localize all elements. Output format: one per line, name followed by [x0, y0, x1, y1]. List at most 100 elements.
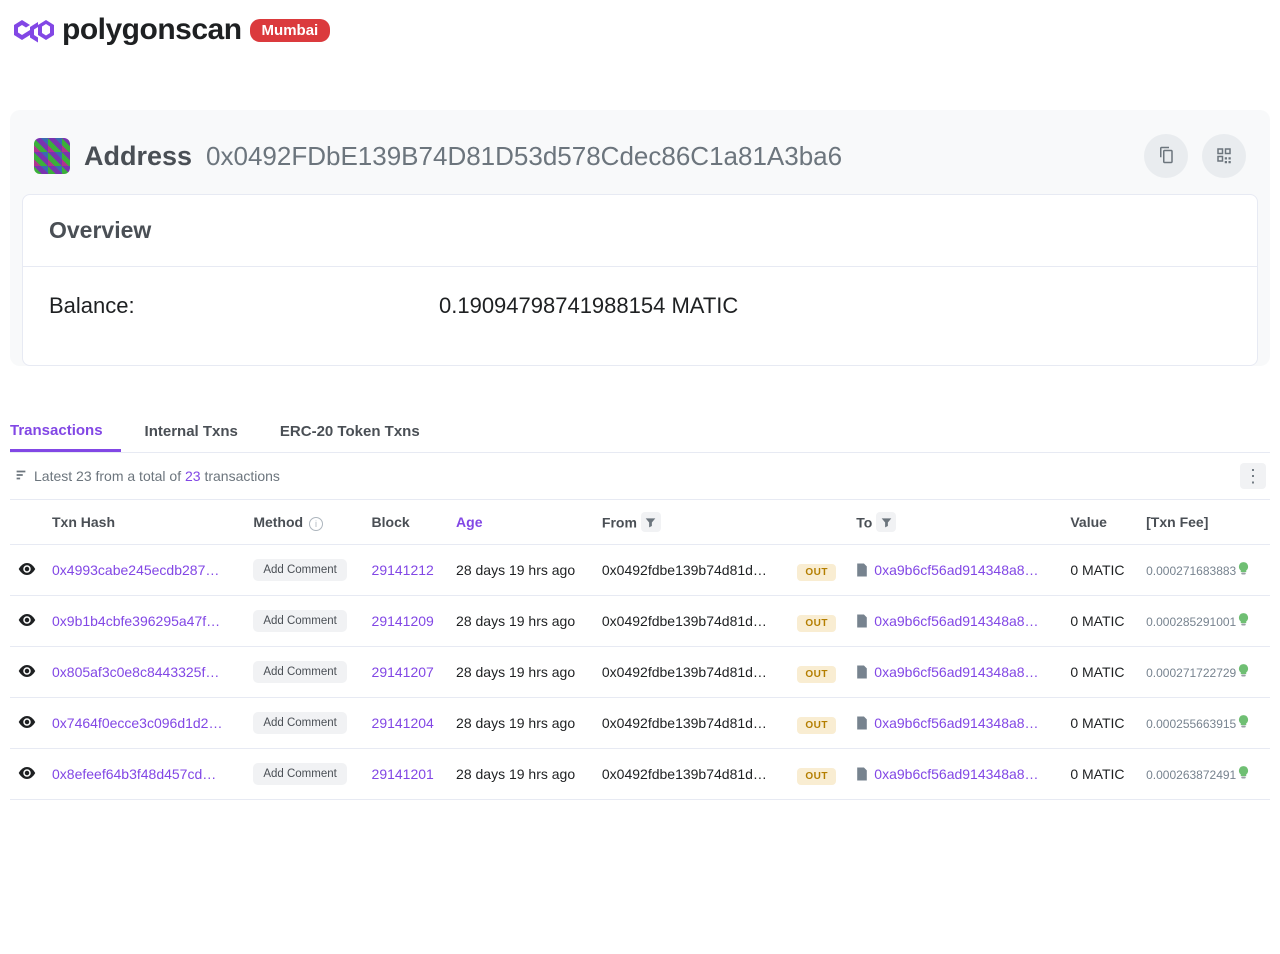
bulb-icon[interactable] [1238, 766, 1252, 779]
bulb-icon[interactable] [1238, 715, 1252, 728]
age-cell: 28 days 19 hrs ago [448, 749, 594, 800]
filter-icon[interactable] [876, 512, 896, 532]
balance-value: 0.19094798741988154 MATIC [439, 293, 1231, 319]
method-button[interactable]: Add Comment [253, 559, 347, 581]
contract-icon [856, 716, 870, 730]
to-address-link[interactable]: 0xa9b6cf56ad914348a8… [874, 715, 1038, 731]
from-cell: 0x0492fdbe139b74d81d… [594, 647, 789, 698]
age-cell: 28 days 19 hrs ago [448, 647, 594, 698]
address-avatar [34, 138, 70, 174]
contract-icon [856, 563, 870, 577]
col-fee: [Txn Fee] [1138, 500, 1270, 545]
value-cell: 0 MATIC [1062, 698, 1138, 749]
block-link[interactable]: 29141212 [372, 562, 434, 578]
table-row: 0x805af3c0e8c8443325f… Add Comment 2914120… [10, 647, 1270, 698]
value-cell: 0 MATIC [1062, 596, 1138, 647]
method-button[interactable]: Add Comment [253, 763, 347, 785]
txn-hash-link[interactable]: 0x4993cabe245ecdb287… [52, 562, 219, 578]
value-cell: 0 MATIC [1062, 647, 1138, 698]
copy-icon [1157, 146, 1175, 167]
to-address-link[interactable]: 0xa9b6cf56ad914348a8… [874, 664, 1038, 680]
balance-label: Balance: [49, 293, 439, 319]
site-header: polygonscan Mumbai [0, 0, 1280, 60]
txn-summary: Latest 23 from a total of 23 transaction… [14, 468, 280, 485]
eye-icon[interactable] [18, 613, 36, 627]
block-link[interactable]: 29141204 [372, 715, 434, 731]
address-hash: 0x0492FDbE139B74D81D53d578Cdec86C1a81A3b… [206, 141, 842, 172]
qr-button[interactable] [1202, 134, 1246, 178]
table-row: 0x8efeef64b3f48d457cd… Add Comment 2914120… [10, 749, 1270, 800]
age-cell: 28 days 19 hrs ago [448, 596, 594, 647]
method-button[interactable]: Add Comment [253, 712, 347, 734]
transactions-table: Txn Hash Method i Block Age From To Valu… [10, 499, 1270, 800]
from-cell: 0x0492fdbe139b74d81d… [594, 545, 789, 596]
direction-badge: OUT [797, 615, 836, 632]
contract-icon [856, 614, 870, 628]
overview-card: Overview Balance: 0.19094798741988154 MA… [22, 194, 1258, 366]
table-row: 0x4993cabe245ecdb287… Add Comment 29141212… [10, 545, 1270, 596]
tab-transactions[interactable]: Transactions [10, 410, 121, 452]
eye-icon[interactable] [18, 562, 36, 576]
col-block: Block [364, 500, 449, 545]
from-cell: 0x0492fdbe139b74d81d… [594, 596, 789, 647]
table-row: 0x9b1b4cbfe396295a47f… Add Comment 2914120… [10, 596, 1270, 647]
fee-cell: 0.000271683883 [1146, 564, 1236, 578]
polygon-logo-icon [10, 10, 58, 50]
eye-icon[interactable] [18, 715, 36, 729]
logo-link[interactable]: polygonscan [10, 10, 242, 50]
eye-icon[interactable] [18, 766, 36, 780]
col-from: From [594, 500, 789, 545]
method-button[interactable]: Add Comment [253, 661, 347, 683]
col-value: Value [1062, 500, 1138, 545]
table-row: 0x7464f0ecce3c096d1d2… Add Comment 2914120… [10, 698, 1270, 749]
overview-title: Overview [23, 195, 1257, 267]
value-cell: 0 MATIC [1062, 545, 1138, 596]
fee-cell: 0.000263872491 [1146, 768, 1236, 782]
col-age-toggle[interactable]: Age [456, 514, 482, 530]
address-label: Address [84, 141, 192, 172]
value-cell: 0 MATIC [1062, 749, 1138, 800]
txn-hash-link[interactable]: 0x805af3c0e8c8443325f… [52, 664, 219, 680]
bulb-icon[interactable] [1238, 664, 1252, 677]
network-badge: Mumbai [250, 19, 331, 42]
to-address-link[interactable]: 0xa9b6cf56ad914348a8… [874, 562, 1038, 578]
sort-icon [14, 468, 28, 485]
block-link[interactable]: 29141201 [372, 766, 434, 782]
from-cell: 0x0492fdbe139b74d81d… [594, 749, 789, 800]
block-link[interactable]: 29141209 [372, 613, 434, 629]
direction-badge: OUT [797, 666, 836, 683]
fee-cell: 0.000285291001 [1146, 615, 1236, 629]
tab-erc20-token-txns[interactable]: ERC-20 Token Txns [280, 410, 438, 452]
eye-icon[interactable] [18, 664, 36, 678]
total-txn-link[interactable]: 23 [185, 468, 201, 484]
bulb-icon[interactable] [1238, 562, 1252, 575]
block-link[interactable]: 29141207 [372, 664, 434, 680]
col-method: Method i [245, 500, 363, 545]
age-cell: 28 days 19 hrs ago [448, 698, 594, 749]
col-to: To [848, 500, 1062, 545]
contract-icon [856, 665, 870, 679]
direction-badge: OUT [797, 717, 836, 734]
fee-cell: 0.000255663915 [1146, 717, 1236, 731]
txn-hash-link[interactable]: 0x7464f0ecce3c096d1d2… [52, 715, 222, 731]
age-cell: 28 days 19 hrs ago [448, 545, 594, 596]
bulb-icon[interactable] [1238, 613, 1252, 626]
from-cell: 0x0492fdbe139b74d81d… [594, 698, 789, 749]
contract-icon [856, 767, 870, 781]
info-icon[interactable]: i [309, 517, 323, 531]
filter-icon[interactable] [641, 512, 661, 532]
qr-icon [1215, 146, 1233, 167]
to-address-link[interactable]: 0xa9b6cf56ad914348a8… [874, 613, 1038, 629]
to-address-link[interactable]: 0xa9b6cf56ad914348a8… [874, 766, 1038, 782]
tab-internal-txns[interactable]: Internal Txns [145, 410, 256, 452]
copy-button[interactable] [1144, 134, 1188, 178]
address-section: Address 0x0492FDbE139B74D81D53d578Cdec86… [10, 110, 1270, 366]
tab-bar: Transactions Internal Txns ERC-20 Token … [10, 410, 1270, 453]
logo-text: polygonscan [62, 13, 242, 47]
method-button[interactable]: Add Comment [253, 610, 347, 632]
txn-hash-link[interactable]: 0x9b1b4cbfe396295a47f… [52, 613, 220, 629]
col-txn-hash: Txn Hash [44, 500, 245, 545]
more-menu-button[interactable]: ⋮ [1240, 463, 1266, 489]
txn-hash-link[interactable]: 0x8efeef64b3f48d457cd… [52, 766, 216, 782]
direction-badge: OUT [797, 564, 836, 581]
